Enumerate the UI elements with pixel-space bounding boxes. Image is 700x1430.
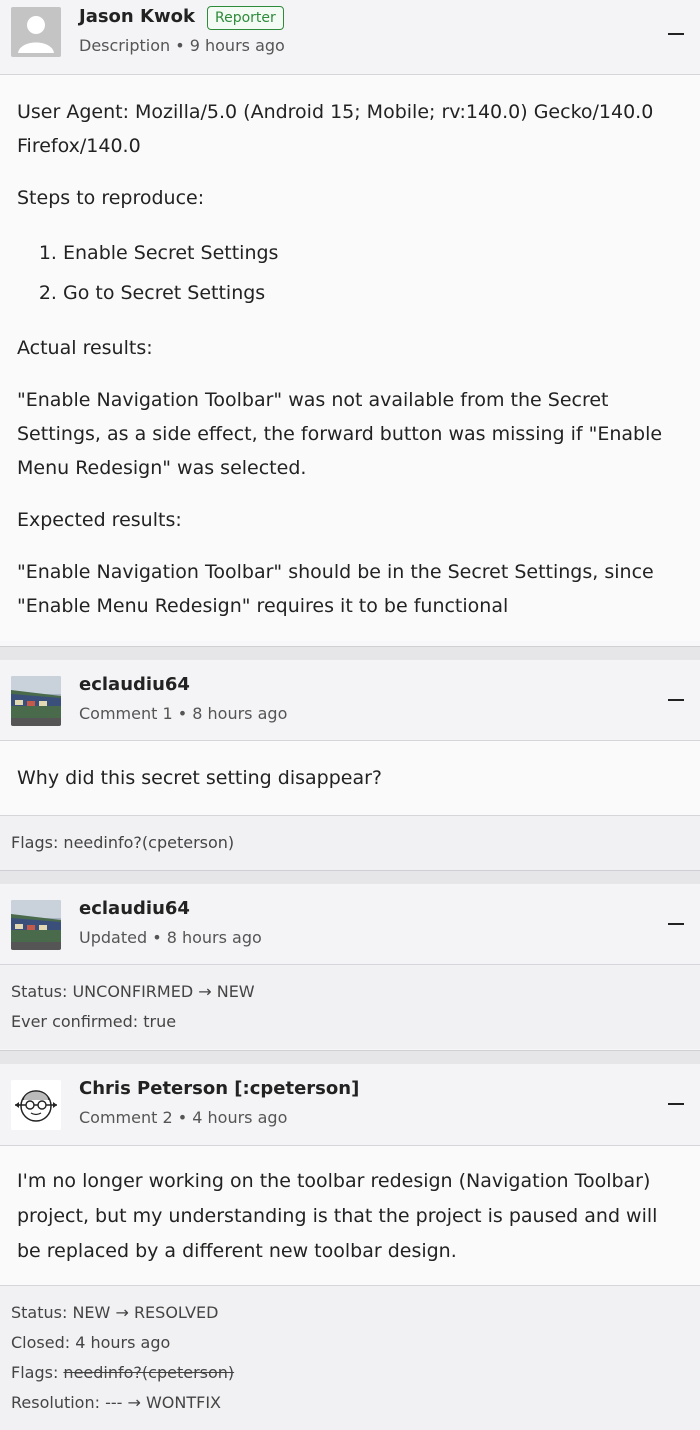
comment-card-1: eclaudiu64 Comment 1 • 8 hours ago Why d… — [0, 660, 700, 870]
comment-body: Why did this secret setting disappear? — [0, 741, 700, 815]
comment-text: I'm no longer working on the toolbar red… — [17, 1170, 658, 1262]
expected-heading: Expected results: — [17, 509, 182, 531]
status-change: Status: UNCONFIRMED → NEW — [11, 982, 255, 1001]
update-card: eclaudiu64 Updated • 8 hours ago Status:… — [0, 884, 700, 1050]
collapse-minus-icon[interactable] — [666, 24, 686, 44]
resolution-change: Resolution: --- → WONTFIX — [11, 1393, 222, 1412]
list-item: Go to Secret Settings — [63, 273, 683, 313]
comment-card-description: Jason Kwok Reporter Description • 9 hour… — [0, 0, 700, 646]
collapse-minus-icon[interactable] — [666, 690, 686, 710]
flags-label: Flags: — [11, 1363, 64, 1382]
closed-change: Closed: 4 hours ago — [11, 1333, 171, 1352]
status-change: Status: NEW → RESOLVED — [11, 1303, 219, 1322]
comment-meta: Updated • 8 hours ago — [79, 928, 262, 947]
comment-header: eclaudiu64 Updated • 8 hours ago — [0, 884, 700, 965]
actual-heading: Actual results: — [17, 337, 153, 359]
comment-meta: Description • 9 hours ago — [79, 36, 285, 55]
flags-removed-value: needinfo?(cpeterson) — [63, 1363, 235, 1382]
comment-meta: Comment 2 • 4 hours ago — [79, 1108, 288, 1127]
avatar[interactable] — [11, 1080, 61, 1130]
user-agent-text: User Agent: Mozilla/5.0 (Android 15; Mob… — [17, 101, 654, 157]
cartoon-face-avatar-icon — [11, 1080, 61, 1130]
change-list: Status: UNCONFIRMED → NEW Ever confirmed… — [0, 965, 700, 1049]
author-name[interactable]: Chris Peterson [:cpeterson] — [79, 1078, 359, 1099]
flags-change: Flags: needinfo?(cpeterson) — [11, 833, 235, 852]
change-list: Flags: needinfo?(cpeterson) — [0, 815, 700, 870]
comment-header: Chris Peterson [:cpeterson] Comment 2 • … — [0, 1064, 700, 1146]
avatar[interactable] — [11, 676, 61, 726]
comment-card-2: Chris Peterson [:cpeterson] Comment 2 • … — [0, 1064, 700, 1430]
collapse-minus-icon[interactable] — [666, 1094, 686, 1114]
actual-text: "Enable Navigation Toolbar" was not avai… — [17, 389, 663, 479]
author-name[interactable]: eclaudiu64 — [79, 898, 190, 919]
comment-header: eclaudiu64 Comment 1 • 8 hours ago — [0, 660, 700, 741]
avatar[interactable] — [11, 7, 61, 57]
user-placeholder-icon — [11, 7, 61, 57]
comment-body: User Agent: Mozilla/5.0 (Android 15; Mob… — [0, 75, 700, 641]
expected-text: "Enable Navigation Toolbar" should be in… — [17, 561, 654, 617]
steps-list: Enable Secret Settings Go to Secret Sett… — [17, 233, 683, 313]
comment-text: Why did this secret setting disappear? — [17, 767, 383, 789]
collapse-minus-icon[interactable] — [666, 914, 686, 934]
train-photo-avatar-icon — [11, 676, 61, 726]
comment-header: Jason Kwok Reporter Description • 9 hour… — [0, 0, 700, 75]
reporter-badge: Reporter — [207, 6, 284, 30]
comment-meta: Comment 1 • 8 hours ago — [79, 704, 288, 723]
comment-body: I'm no longer working on the toolbar red… — [0, 1146, 700, 1285]
list-item: Enable Secret Settings — [63, 233, 683, 273]
author-name[interactable]: Jason Kwok — [79, 6, 195, 27]
train-photo-avatar-icon — [11, 900, 61, 950]
ever-confirmed-change: Ever confirmed: true — [11, 1012, 177, 1031]
avatar[interactable] — [11, 900, 61, 950]
flags-change: Flags: needinfo?(cpeterson) — [11, 1358, 689, 1388]
author-name[interactable]: eclaudiu64 — [79, 674, 190, 695]
steps-heading: Steps to reproduce: — [17, 187, 205, 209]
change-list: Status: NEW → RESOLVED Closed: 4 hours a… — [0, 1285, 700, 1430]
